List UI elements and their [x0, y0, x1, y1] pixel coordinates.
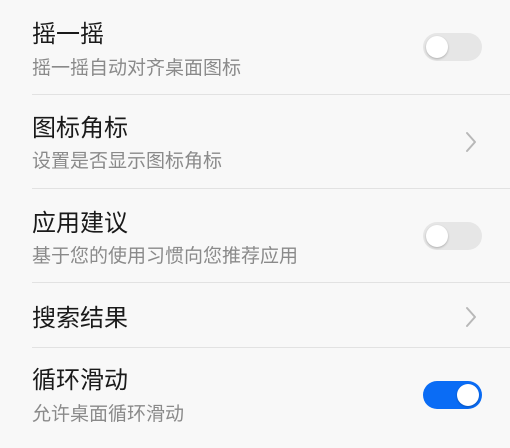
settings-item-title: 摇一摇	[32, 20, 104, 48]
settings-item-subtitle: 设置是否显示图标角标	[32, 150, 223, 172]
toggle-knob	[457, 384, 479, 406]
chevron-right-icon	[466, 307, 476, 327]
settings-item-search-results[interactable]: 搜索结果	[0, 283, 510, 347]
settings-item-icon-badge[interactable]: 图标角标 设置是否显示图标角标	[0, 95, 510, 188]
settings-list: 摇一摇 摇一摇自动对齐桌面图标 图标角标 设置是否显示图标角标 应用建议 基于您…	[0, 0, 510, 448]
settings-item-subtitle: 允许桌面循环滑动	[32, 403, 185, 425]
app-suggestions-toggle[interactable]	[423, 222, 482, 250]
settings-item-app-suggestions[interactable]: 应用建议 基于您的使用习惯向您推荐应用	[0, 189, 510, 282]
settings-item-shake[interactable]: 摇一摇 摇一摇自动对齐桌面图标	[0, 0, 510, 94]
settings-item-subtitle: 基于您的使用习惯向您推荐应用	[32, 245, 299, 267]
settings-item-loop-scroll[interactable]: 循环滑动 允许桌面循环滑动	[0, 348, 510, 448]
settings-item-title: 图标角标	[32, 114, 128, 142]
settings-item-subtitle: 摇一摇自动对齐桌面图标	[32, 57, 242, 79]
settings-item-title: 搜索结果	[32, 304, 128, 332]
settings-item-title: 循环滑动	[32, 366, 128, 394]
settings-item-title: 应用建议	[32, 209, 128, 237]
loop-scroll-toggle[interactable]	[423, 381, 482, 409]
shake-toggle[interactable]	[423, 33, 482, 61]
toggle-knob	[426, 36, 448, 58]
toggle-knob	[426, 225, 448, 247]
chevron-right-icon	[466, 132, 476, 152]
